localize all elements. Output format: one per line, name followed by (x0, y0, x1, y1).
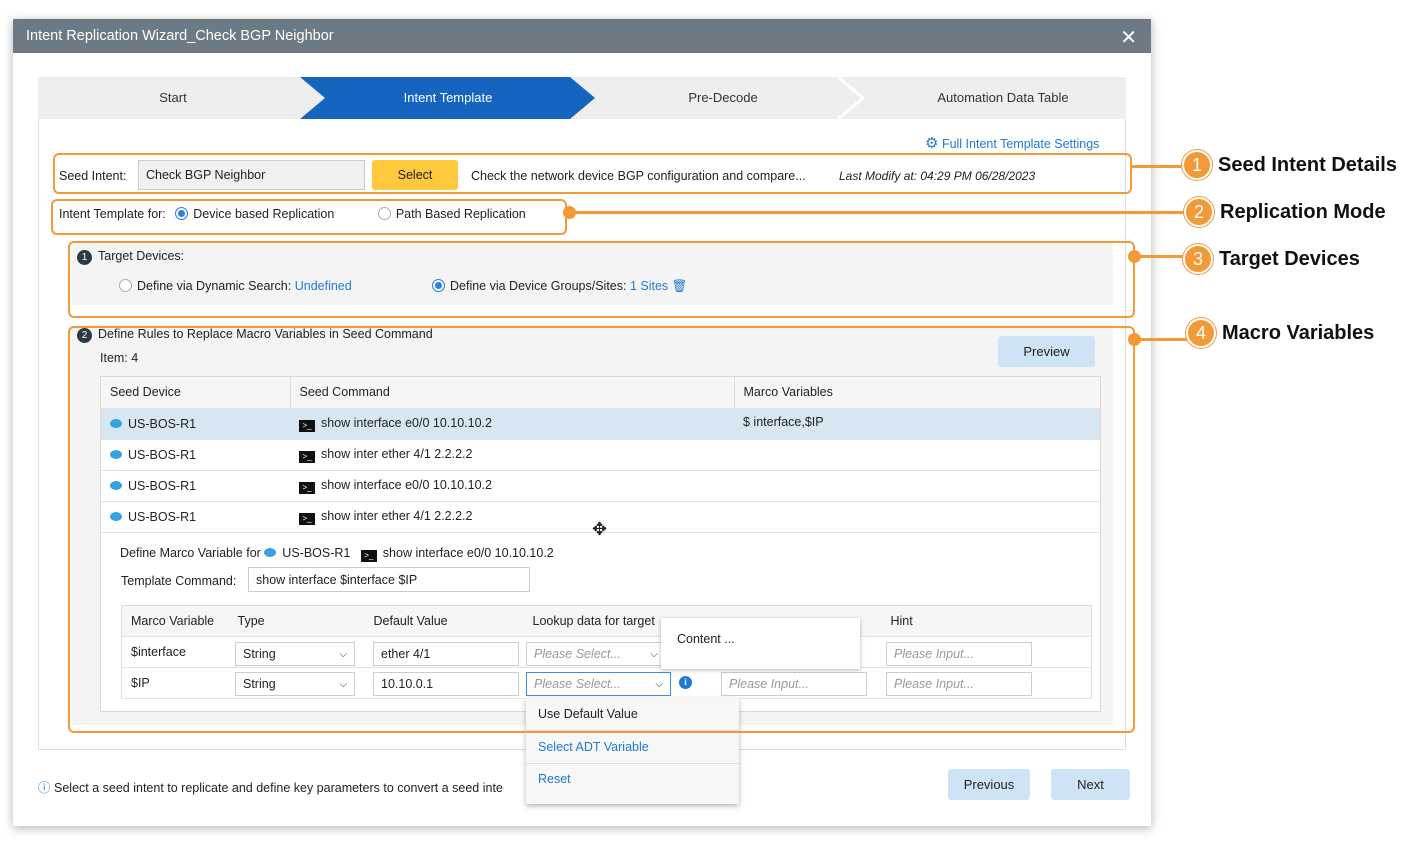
window-title: Intent Replication Wizard_Check BGP Neig… (13, 19, 1151, 53)
menu-item-select-adt[interactable]: Select ADT Variable (526, 731, 739, 764)
next-button[interactable]: Next (1051, 769, 1130, 800)
annotation-4: 4 Macro Variables (1186, 318, 1374, 348)
full-settings-link[interactable]: ⚙ Full Intent Template Settings (925, 134, 1099, 152)
step-intent-template[interactable]: Intent Template (318, 77, 578, 119)
footer-info: ⓘ Select a seed intent to replicate and … (38, 781, 503, 795)
annotation-box-seed (53, 153, 1132, 194)
annotation-2: 2 Replication Mode (1184, 197, 1386, 227)
wizard-stepper: Start Intent Template Pre-Decode Automat… (38, 77, 1126, 119)
annotation-1: 1 Seed Intent Details (1182, 150, 1397, 180)
gear-icon: ⚙ (925, 135, 939, 152)
info-icon: ⓘ (38, 781, 51, 795)
annotation-box-macro (68, 326, 1135, 733)
annotation-box-mode (51, 199, 567, 235)
previous-button[interactable]: Previous (948, 769, 1030, 800)
step-automation-data-table[interactable]: Automation Data Table (868, 77, 1138, 119)
menu-item-reset[interactable]: Reset (526, 764, 739, 797)
annotation-box-target (68, 241, 1135, 318)
step-pre-decode[interactable]: Pre-Decode (598, 77, 848, 119)
close-icon[interactable]: ✕ (1120, 25, 1137, 50)
step-start[interactable]: Start (38, 77, 308, 119)
annotation-3: 3 Target Devices (1183, 244, 1360, 274)
